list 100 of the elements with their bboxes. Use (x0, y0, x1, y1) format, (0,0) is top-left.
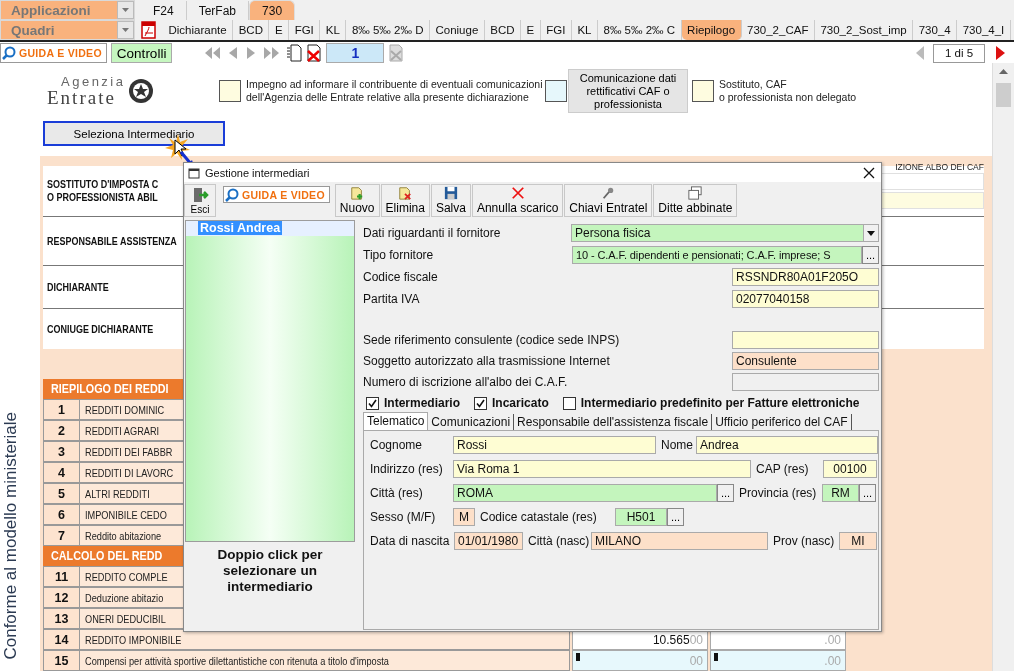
tab[interactable]: 730 (249, 0, 296, 20)
page-number-field[interactable]: 1 (326, 43, 385, 63)
table-cell-text: IMPONIBILE CEDO (85, 508, 167, 523)
field-label: Dati riguardanti il fornitore (363, 225, 501, 240)
dropdown-field[interactable]: Persona fisica (571, 223, 879, 242)
next-page-icon[interactable] (994, 45, 1006, 61)
sheet-tab[interactable]: 8‰ 5‰ 2‰ D (346, 20, 430, 40)
input-field[interactable] (732, 372, 879, 391)
checks-button[interactable]: Controlli (110, 43, 173, 63)
field-label: Cognome (370, 437, 424, 452)
exit-button[interactable]: Esci (184, 184, 216, 217)
sheet-tab[interactable]: BCD (484, 20, 522, 40)
row-number: 2 (43, 420, 80, 441)
sheet-tab[interactable]: KL (571, 20, 598, 40)
scrollbar-thumb[interactable] (996, 83, 1011, 107)
sheet-tab[interactable]: Coniuge (429, 20, 485, 40)
sheet-tab[interactable]: BCD (233, 20, 270, 40)
page-indicator: 1 di 5 (933, 43, 985, 63)
cancel-button[interactable]: Annulla scarico (471, 184, 564, 217)
sheet-tab[interactable]: 730_2_Sost_imp (814, 20, 914, 40)
sheet-tab[interactable]: Dichiarante (163, 20, 234, 40)
input-field[interactable]: 00100 (823, 459, 877, 478)
tab[interactable]: Telematico (363, 412, 429, 430)
scrollbar[interactable] (992, 63, 1014, 671)
sheet-tab[interactable]: FGI (540, 20, 572, 40)
exit-icon (191, 187, 209, 203)
checkbox[interactable] (562, 396, 576, 410)
checkbox[interactable] (366, 396, 379, 410)
input-field[interactable]: Consulente (732, 351, 879, 370)
dialog-title: Gestione intermediari (205, 166, 310, 179)
select-intermediary-button[interactable]: Seleziona Intermediario (43, 121, 225, 146)
field-label: Numero di iscrizione all'albo dei C.A.F. (363, 374, 568, 389)
delete-button[interactable]: Elimina (380, 184, 430, 217)
sheet-tab[interactable]: Riepilogo (681, 20, 742, 40)
sheet-tab[interactable]: 730_2_CAF (741, 20, 815, 40)
pdf-icon[interactable] (141, 21, 157, 39)
sheet-tab[interactable]: E (269, 20, 290, 40)
document-icon[interactable] (388, 44, 405, 62)
correction-button[interactable]: Comunicazione dati rettificativi CAF o professionista (568, 68, 688, 113)
table-section-header: CALCOLO DEL REDD (51, 547, 163, 565)
checkbox-label: Sostituto, CAF o professionista non delegato (719, 77, 857, 104)
delete-document-icon[interactable] (306, 44, 323, 62)
close-icon[interactable] (863, 166, 875, 179)
save-button[interactable]: Salva (430, 184, 471, 217)
browse-button[interactable]: ... (667, 507, 684, 526)
input-field[interactable]: 01/01/1980 (454, 531, 523, 550)
sheet-tab[interactable]: 730_4 (913, 20, 958, 40)
sheet-tab[interactable]: FGI (289, 20, 321, 40)
keys-button[interactable]: Chiavi Entratel (564, 184, 653, 217)
table-cell-text: REDDITO COMPLE (85, 570, 168, 585)
row-number: 11 (43, 566, 80, 587)
input-field[interactable]: RSSNDR80A01F205O (732, 267, 879, 286)
checkbox[interactable] (692, 79, 714, 102)
tab[interactable]: Comunicazioni (428, 414, 515, 430)
checkbox[interactable] (474, 396, 488, 410)
checkbox[interactable] (219, 79, 241, 102)
input-field[interactable]: Rossi (453, 435, 656, 454)
checkbox-label: Impegno ad informare il contribuente di eventuali comunicazioni dell'Agenzia delle Entrate relative alla presente dichiarazione (246, 77, 544, 104)
input-field[interactable]: ROMA (453, 483, 717, 502)
field-label: Sede riferimento consulente (codice sede INPS) (363, 332, 620, 347)
section-title: DICHIARANTE (47, 280, 109, 294)
input-field[interactable]: 02077040158 (732, 289, 879, 308)
row-number: 6 (43, 504, 80, 525)
sheet-tab[interactable]: 8‰ 5‰ 2‰ C (598, 20, 682, 40)
sheet-tab[interactable]: E (521, 20, 541, 40)
document-icon[interactable] (286, 44, 303, 62)
field-label: Nome (661, 437, 694, 452)
input-field[interactable]: Andrea (696, 435, 878, 454)
marker-icon (576, 653, 580, 661)
tab[interactable]: Ufficio periferico del CAF (712, 414, 852, 430)
table-cell-text: REDDITI DOMINIC (85, 403, 165, 418)
browse-button[interactable]: ... (859, 483, 876, 502)
tab[interactable]: F24 (141, 1, 187, 20)
input-field[interactable]: MI (839, 531, 877, 550)
input-field[interactable]: Via Roma 1 (453, 459, 751, 478)
column-heading: IZIONE ALBO DEI CAF (895, 162, 984, 172)
input-field[interactable]: RM (822, 483, 859, 502)
input-field[interactable]: H501 (615, 507, 667, 526)
field-label: Codice fiscale (363, 269, 438, 284)
row-number: 1 (43, 399, 80, 420)
sheet-tab[interactable]: KL (320, 20, 347, 40)
browse-button[interactable]: ... (717, 483, 734, 502)
search-icon (2, 46, 16, 60)
input-field[interactable]: M (453, 507, 475, 526)
input-field[interactable]: 10 - C.A.F. dipendenti e pensionati; C.A.F. imprese; S (572, 245, 862, 264)
linked-button[interactable]: Ditte abbinate (653, 184, 738, 217)
section-title: SOSTITUTO D'IMPOSTA C O PROFESSIONISTA ABIL (47, 178, 159, 204)
input-field[interactable] (732, 330, 879, 349)
checkbox[interactable] (545, 79, 567, 102)
tab[interactable]: Responsabile dell'assistenza fiscale (514, 414, 713, 430)
row-number: 4 (43, 462, 80, 483)
table-cell-text: REDDITI AGRARI (85, 424, 160, 439)
window-icon (188, 166, 200, 179)
browse-button[interactable]: ... (862, 245, 879, 264)
previous-page-icon[interactable] (914, 45, 926, 61)
table-cell-text: ONERI DEDUCIBIL (85, 612, 166, 627)
new-button[interactable]: Nuovo (334, 184, 380, 217)
input-field[interactable]: MILANO (591, 531, 768, 550)
checkbox-label: Incaricato (492, 396, 549, 410)
sheet-tab[interactable]: 730_4_I (957, 20, 1011, 40)
